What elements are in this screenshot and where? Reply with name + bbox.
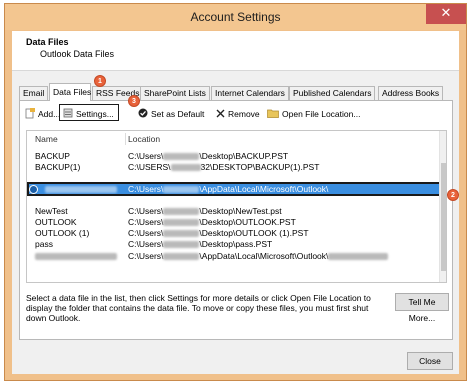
row-location: C:\USERS\ 32\DESKTOP\BACKUP(1).PST xyxy=(128,162,320,172)
set-as-default-label: Set as Default xyxy=(151,109,205,119)
redacted-username xyxy=(163,253,200,261)
redacted-filename xyxy=(328,253,389,261)
title-bar[interactable]: Account Settings ✕ xyxy=(5,4,466,30)
dialog-client-area: Data Files Outlook Data Files Email Data… xyxy=(12,31,459,374)
row-name: BACKUP(1) xyxy=(35,162,81,172)
redacted-username xyxy=(163,230,200,238)
add-button[interactable]: Add... xyxy=(25,107,60,121)
list-row[interactable]: BACKUP C:\Users\ \Desktop\BACKUP.PST xyxy=(27,151,441,161)
data-files-list[interactable]: Name Location BACKUP C:\Users\ \Desktop\B… xyxy=(26,130,447,283)
redacted-username xyxy=(170,164,201,172)
row-location: C:\Users\ \Desktop\NewTest.pst xyxy=(128,206,282,216)
scrollbar-thumb[interactable] xyxy=(441,163,446,271)
tell-me-more-button[interactable]: Tell Me More... xyxy=(395,293,449,323)
settings-icon xyxy=(63,108,73,120)
redacted-username xyxy=(163,153,200,161)
default-check-icon xyxy=(29,185,38,194)
tab-sharepoint-lists[interactable]: SharePoint Lists xyxy=(140,86,210,100)
close-button[interactable]: Close xyxy=(407,352,453,370)
redacted-username xyxy=(163,208,200,216)
list-row[interactable]: pass C:\Users\ \Desktop\pass.PST xyxy=(27,239,441,249)
window-close-icon[interactable]: ✕ xyxy=(426,4,466,24)
row-location: C:\Users\ \AppData\Local\Microsoft\Outloo… xyxy=(128,251,389,261)
settings-button-label: Settings... xyxy=(76,109,114,119)
row-location: C:\Users\ \Desktop\pass.PST xyxy=(128,239,273,249)
folder-icon xyxy=(267,108,279,120)
callout-3: 3 xyxy=(128,95,140,107)
column-header-name[interactable]: Name xyxy=(35,134,58,144)
tab-data-files[interactable]: Data Files xyxy=(49,83,91,101)
list-row[interactable]: OUTLOOK C:\Users\ \Desktop\OUTLOOK.PST xyxy=(27,217,441,227)
row-name: OUTLOOK (1) xyxy=(35,228,90,238)
add-button-label: Add... xyxy=(38,109,61,119)
remove-label: Remove xyxy=(228,109,260,119)
list-row[interactable]: BACKUP(1) C:\USERS\ 32\DESKTOP\BACKUP(1).… xyxy=(27,162,441,172)
callout-2: 2 xyxy=(447,189,459,201)
row-name: OUTLOOK xyxy=(35,217,77,227)
tab-address-books[interactable]: Address Books xyxy=(378,86,444,100)
callout-1: 1 xyxy=(94,75,106,87)
data-files-panel: Add... Settings... 3 Set as Default Remo… xyxy=(19,95,459,340)
selected-row-highlight-box xyxy=(27,182,441,196)
row-location: C:\Users\ \Desktop\OUTLOOK.PST xyxy=(128,217,296,227)
instructions-text: Select a data file in the list, then cli… xyxy=(26,293,371,323)
list-scrollbar[interactable] xyxy=(439,131,446,282)
tab-published-calendars[interactable]: Published Calendars xyxy=(289,86,376,100)
header-subtitle: Outlook Data Files xyxy=(40,49,115,59)
column-separator[interactable] xyxy=(125,133,126,145)
remove-x-icon xyxy=(216,109,225,120)
settings-button[interactable]: Settings... xyxy=(63,107,114,121)
tab-email[interactable]: Email xyxy=(19,86,49,100)
tab-internet-calendars[interactable]: Internet Calendars xyxy=(211,86,289,100)
row-name-redacted xyxy=(35,251,117,261)
window-title: Account Settings xyxy=(190,10,281,24)
dialog-header: Data Files Outlook Data Files xyxy=(12,31,459,71)
list-row[interactable]: NewTest C:\Users\ \Desktop\NewTest.pst xyxy=(27,206,441,216)
add-file-icon xyxy=(25,107,35,121)
header-title: Data Files xyxy=(26,37,69,47)
open-file-location-label: Open File Location... xyxy=(282,109,361,119)
row-name: NewTest xyxy=(35,206,68,216)
check-icon xyxy=(138,108,148,120)
list-row[interactable]: OUTLOOK (1) C:\Users\ \Desktop\OUTLOOK (1… xyxy=(27,228,441,238)
redacted-name xyxy=(35,253,117,261)
remove-button[interactable]: Remove xyxy=(216,107,260,121)
row-location: C:\Users\ \Desktop\BACKUP.PST xyxy=(128,151,289,161)
set-as-default-button[interactable]: Set as Default xyxy=(138,107,204,121)
list-row[interactable]: C:\Users\ \AppData\Local\Microsoft\Outloo… xyxy=(27,251,441,261)
row-name: BACKUP xyxy=(35,151,70,161)
open-file-location-button[interactable]: Open File Location... xyxy=(267,107,360,121)
column-header-location[interactable]: Location xyxy=(128,134,160,144)
row-name: pass xyxy=(35,239,53,249)
account-settings-window: Account Settings ✕ Data Files Outlook Da… xyxy=(4,3,467,381)
redacted-username xyxy=(163,219,200,227)
row-location: C:\Users\ \Desktop\OUTLOOK (1).PST xyxy=(128,228,309,238)
redacted-username xyxy=(163,241,200,249)
